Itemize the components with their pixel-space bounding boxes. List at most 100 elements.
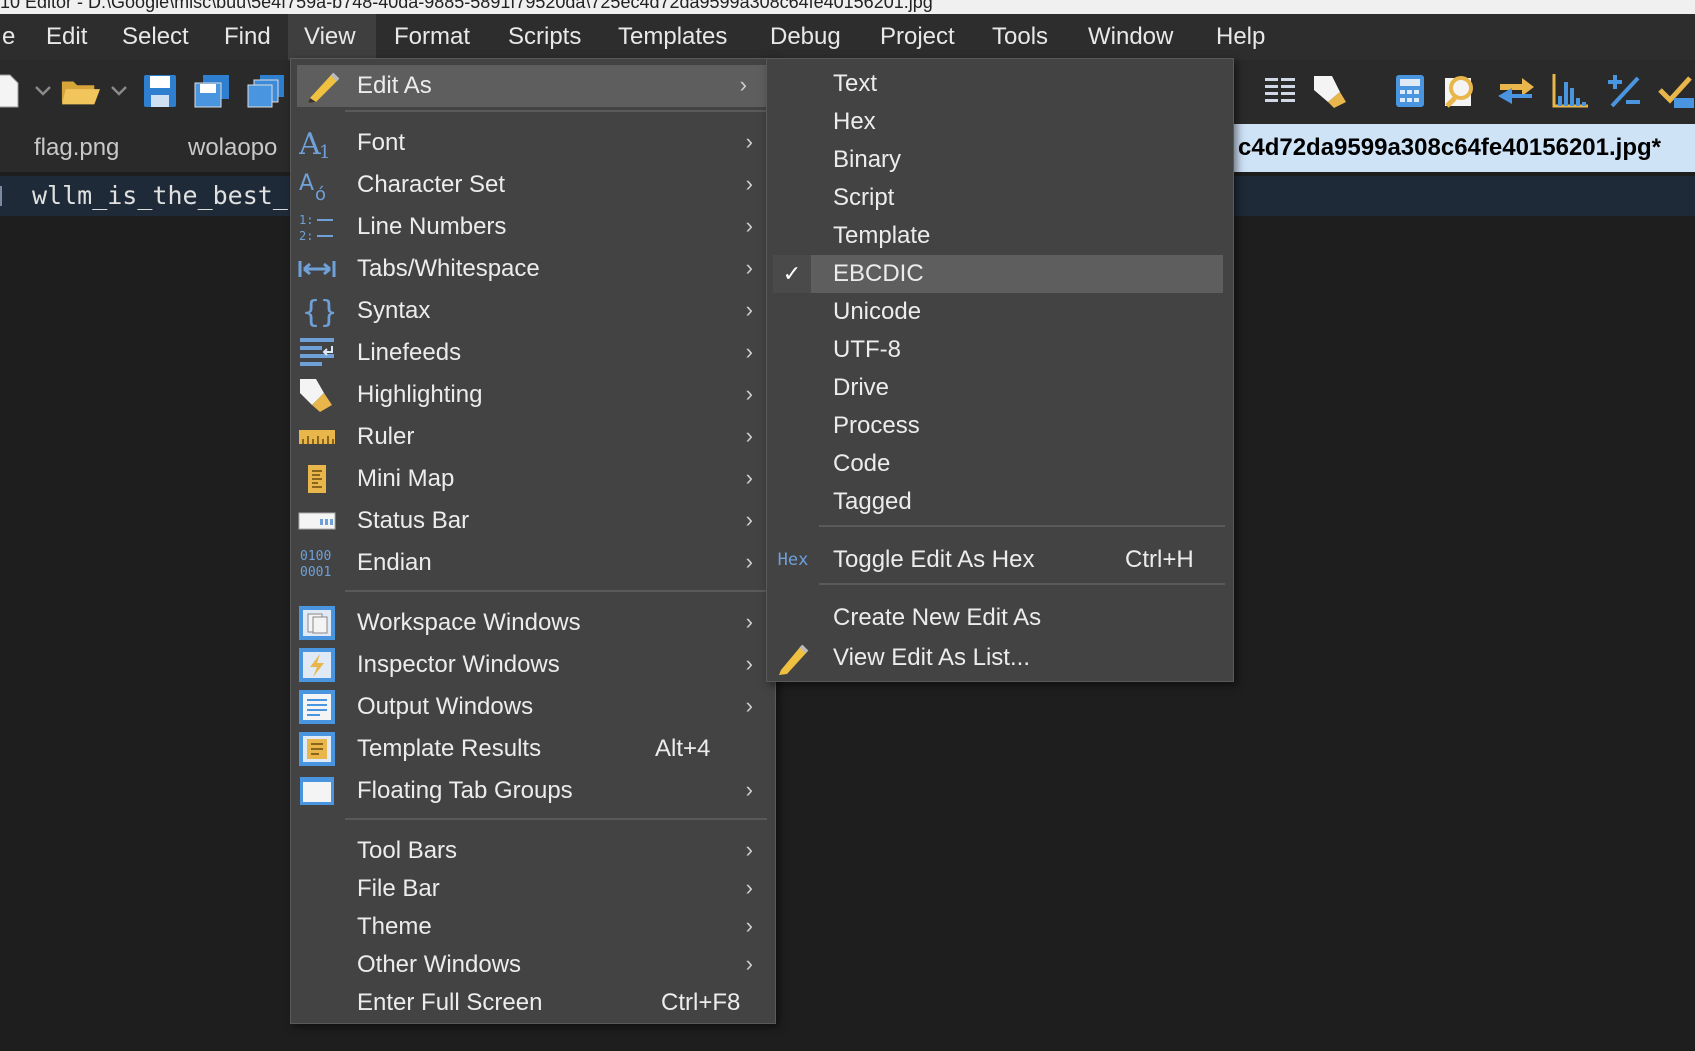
columns-icon[interactable] <box>1260 70 1300 112</box>
edit-as-template[interactable]: Template <box>767 215 1233 257</box>
menu-item-inspector-windows[interactable]: Inspector Windows › <box>291 644 775 686</box>
edit-as-text[interactable]: Text <box>767 63 1233 105</box>
edit-as-submenu: Text Hex Binary Script Template ✓ EBCDIC… <box>766 58 1234 682</box>
edit-as-unicode-label: Unicode <box>833 298 922 325</box>
menu-item-tabs-whitespace[interactable]: Tabs/Whitespace › <box>291 248 775 290</box>
menu-label-other-windows: Other Windows <box>357 951 522 978</box>
chevron-down-icon[interactable] <box>28 70 58 112</box>
file-tab-active[interactable]: c4d72da9599a308c64fe40156201.jpg* <box>1228 124 1695 172</box>
toggle-edit-as-hex[interactable]: Hex Toggle Edit As Hex Ctrl+H <box>767 539 1233 581</box>
menu-debug[interactable]: Debug <box>754 14 857 60</box>
edit-as-code[interactable]: Code <box>767 443 1233 485</box>
file-tab-wolaopo[interactable]: wolaopo <box>176 124 289 172</box>
floating-window-icon <box>297 773 337 809</box>
menu-item-edit-as[interactable]: Edit As › <box>297 65 769 107</box>
menu-item-floating-tab-groups[interactable]: Floating Tab Groups › <box>291 770 775 812</box>
menu-window[interactable]: Window <box>1072 14 1189 60</box>
tabs-whitespace-icon <box>297 251 337 287</box>
menu-label-highlighting: Highlighting <box>357 381 483 408</box>
menu-item-font[interactable]: A1 Font › <box>291 122 775 164</box>
menu-label-edit-as: Edit As <box>357 72 432 99</box>
menu-item-workspace-windows[interactable]: Workspace Windows › <box>291 602 775 644</box>
menu-view[interactable]: View <box>288 14 376 60</box>
calculator-icon[interactable] <box>1390 70 1430 112</box>
checklist-icon[interactable] <box>1656 70 1695 112</box>
menu-label-syntax: Syntax <box>357 297 431 324</box>
chevron-down-icon[interactable] <box>104 70 134 112</box>
submenu-arrow-icon: › <box>739 72 747 97</box>
edit-as-process[interactable]: Process <box>767 405 1233 447</box>
edit-as-ebcdic[interactable]: ✓ EBCDIC <box>773 255 1223 293</box>
submenu-arrow-icon: › <box>745 465 753 490</box>
menu-label-mini-map: Mini Map <box>357 465 455 492</box>
menu-templates[interactable]: Templates <box>602 14 743 60</box>
menu-project[interactable]: Project <box>864 14 971 60</box>
mini-map-icon <box>297 461 337 497</box>
edit-as-binary-label: Binary <box>833 146 902 173</box>
swap-arrows-icon[interactable] <box>1496 70 1536 112</box>
menu-item-mini-map[interactable]: Mini Map › <box>291 458 775 500</box>
menu-item-endian[interactable]: 0100 0001 Endian › <box>291 542 775 584</box>
menu-select[interactable]: Select <box>106 14 205 60</box>
submenu-arrow-icon: › <box>745 693 753 718</box>
menu-separator <box>819 525 1225 527</box>
menu-tools[interactable]: Tools <box>976 14 1064 60</box>
menu-item-character-set[interactable]: Aó Character Set › <box>291 164 775 206</box>
menu-scripts[interactable]: Scripts <box>492 14 597 60</box>
view-edit-as-list[interactable]: View Edit As List... <box>767 637 1233 679</box>
menu-item-ruler[interactable]: Ruler › <box>291 416 775 458</box>
edit-as-hex[interactable]: Hex <box>767 101 1233 143</box>
find-help-icon[interactable] <box>1440 70 1480 112</box>
menu-label-tabs-whitespace: Tabs/Whitespace <box>357 255 540 282</box>
save-as-icon[interactable] <box>192 70 232 112</box>
svg-text:ó: ó <box>315 184 326 202</box>
save-icon[interactable] <box>140 70 180 112</box>
menu-find[interactable]: Find <box>208 14 287 60</box>
svg-text:A: A <box>299 127 321 160</box>
menu-help[interactable]: Help <box>1200 14 1281 60</box>
edit-as-utf8[interactable]: UTF-8 <box>767 329 1233 371</box>
line-numbers-icon: 1: 2: <box>297 209 337 245</box>
histogram-icon[interactable] <box>1550 70 1590 112</box>
menu-item-tool-bars[interactable]: Tool Bars › <box>291 830 775 872</box>
menu-item-linefeeds[interactable]: Linefeeds › <box>291 332 775 374</box>
edit-as-tagged[interactable]: Tagged <box>767 481 1233 523</box>
menu-item-other-windows[interactable]: Other Windows › <box>291 944 775 986</box>
submenu-arrow-icon: › <box>745 171 753 196</box>
submenu-arrow-icon: › <box>745 913 753 938</box>
create-new-edit-as-label: Create New Edit As <box>833 604 1042 631</box>
edit-as-binary[interactable]: Binary <box>767 139 1233 181</box>
edit-as-unicode[interactable]: Unicode <box>767 291 1233 333</box>
file-tab-flag[interactable]: flag.png <box>22 124 131 172</box>
menu-item-file-bar[interactable]: File Bar › <box>291 868 775 910</box>
menu-item-template-results[interactable]: Template Results Alt+4 <box>291 728 775 770</box>
menu-item-theme[interactable]: Theme › <box>291 906 775 948</box>
view-menu: Edit As › A1 Font › Aó Character Set › 1… <box>290 58 776 1024</box>
menu-edit[interactable]: Edit <box>30 14 103 60</box>
menu-label-theme: Theme <box>357 913 432 940</box>
menu-label-status-bar: Status Bar <box>357 507 470 534</box>
menu-format[interactable]: Format <box>378 14 486 60</box>
percent-icon[interactable] <box>1604 70 1644 112</box>
create-new-edit-as[interactable]: Create New Edit As <box>767 597 1233 639</box>
menu-file[interactable]: e <box>0 14 31 60</box>
menu-label-enter-full-screen: Enter Full Screen <box>357 989 543 1016</box>
hex-icon-text: Hex <box>777 550 809 570</box>
inspector-lightning-icon <box>297 647 337 683</box>
save-all-icon[interactable] <box>246 70 286 112</box>
edit-as-drive[interactable]: Drive <box>767 367 1233 409</box>
highlighter-icon[interactable] <box>1310 70 1350 112</box>
template-results-icon <box>297 731 337 767</box>
pencil-icon <box>303 68 343 104</box>
menu-item-enter-full-screen[interactable]: Enter Full Screen Ctrl+F8 <box>291 982 775 1024</box>
menu-item-output-windows[interactable]: Output Windows › <box>291 686 775 728</box>
open-folder-icon[interactable] <box>60 70 100 112</box>
menu-item-syntax[interactable]: {} Syntax › <box>291 290 775 332</box>
menu-item-highlighting[interactable]: Highlighting › <box>291 374 775 416</box>
new-file-icon[interactable] <box>0 70 26 112</box>
status-bar-icon <box>297 503 337 539</box>
menu-item-line-numbers[interactable]: 1: 2: Line Numbers › <box>291 206 775 248</box>
menu-item-status-bar[interactable]: Status Bar › <box>291 500 775 542</box>
braces-icon: {} <box>297 293 337 329</box>
edit-as-script[interactable]: Script <box>767 177 1233 219</box>
